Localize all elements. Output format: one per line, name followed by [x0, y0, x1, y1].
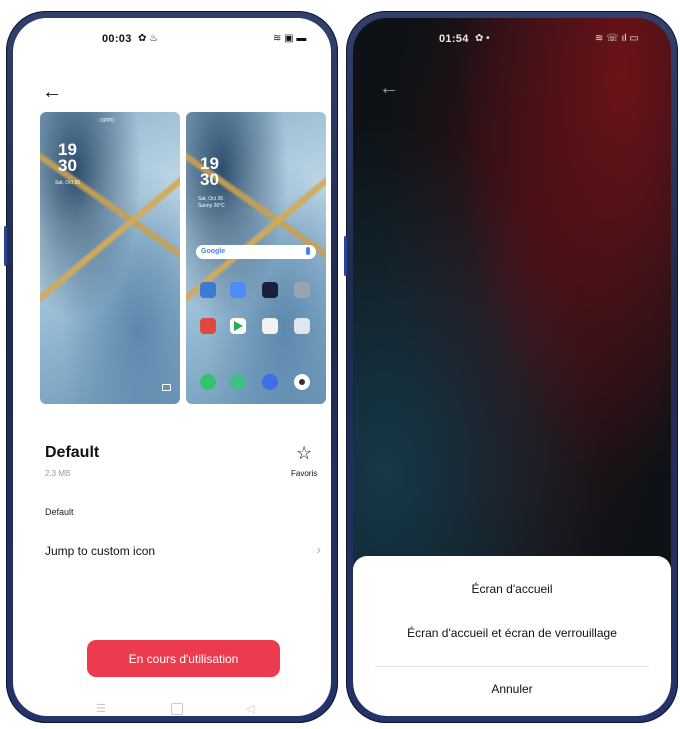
camera-app-icon — [294, 374, 310, 390]
status-time: 00:03 — [102, 33, 132, 45]
play-store-icon — [230, 318, 246, 334]
status-right-icons: ≋ ▣ ▬ — [273, 33, 307, 44]
preview-weather: Sunny 26°C — [198, 203, 225, 209]
status-left-icons: ✿ ♨ — [138, 33, 159, 44]
photos-app-icon — [200, 318, 216, 334]
section-label: Default — [45, 507, 74, 517]
weather-app-icon — [230, 282, 246, 298]
back-arrow-icon[interactable]: ← — [379, 78, 399, 98]
browser-app-icon — [262, 374, 278, 390]
right-phone: 01:54 ✿ • ≋ ☏ ıl ▭ ← Écran d'accueil Écr… — [344, 11, 678, 723]
star-outline-icon[interactable]: ☆ — [296, 444, 312, 462]
menu-nav-icon[interactable]: ☰ — [96, 702, 106, 715]
option-home-and-lock-screen[interactable]: Écran d'accueil et écran de verrouillage — [353, 626, 671, 640]
in-use-button[interactable]: En cours d'utilisation — [87, 640, 280, 677]
preview-clock: 19 30 — [58, 141, 77, 175]
left-phone: 00:03 ✿ ♨ ≋ ▣ ▬ ← OPPO 19 30 Sat, Oct 26… — [4, 11, 338, 723]
preview-clock: 19 30 — [200, 155, 219, 189]
home-nav-icon[interactable] — [171, 703, 183, 715]
theme-size: 2.3 MB — [45, 469, 71, 478]
google-logo: Google — [201, 248, 226, 255]
status-bar: 00:03 ✿ ♨ ≋ ▣ ▬ — [13, 32, 331, 50]
chevron-right-icon: › — [316, 541, 321, 557]
preview-minute: 30 — [58, 156, 77, 175]
volume-button — [344, 236, 347, 276]
theme-title: Default — [45, 444, 100, 461]
sheet-divider — [375, 666, 649, 667]
tools-folder-icon — [262, 318, 278, 334]
preview-date: Sat, Oct 26 — [198, 196, 224, 202]
status-bar: 01:54 ✿ • ≋ ☏ ıl ▭ — [353, 32, 671, 50]
status-time: 01:54 — [439, 33, 469, 45]
settings-icon — [294, 282, 310, 298]
custom-icon-row[interactable]: Jump to custom icon › — [45, 541, 325, 564]
mic-icon — [306, 247, 310, 255]
cancel-button[interactable]: Annuler — [353, 682, 671, 696]
apps-folder-icon — [294, 318, 310, 334]
volume-button — [4, 226, 7, 266]
carrier-label: OPPO — [100, 118, 115, 124]
camera-icon — [162, 384, 171, 391]
messages-app-icon — [230, 374, 246, 390]
theme-detail-screen: 00:03 ✿ ♨ ≋ ▣ ▬ ← OPPO 19 30 Sat, Oct 26… — [13, 18, 331, 716]
apply-options-sheet: Écran d'accueil Écran d'accueil et écran… — [353, 556, 671, 716]
homescreen-preview[interactable]: 19 30 Sat, Oct 26 Sunny 26°C Google — [186, 112, 326, 404]
preview-minute: 30 — [200, 170, 219, 189]
lockscreen-preview[interactable]: OPPO 19 30 Sat, Oct 26 — [40, 112, 180, 404]
favorite-label[interactable]: Favoris — [291, 469, 317, 478]
back-nav-icon[interactable]: ◁ — [246, 702, 254, 715]
option-home-screen[interactable]: Écran d'accueil — [353, 582, 671, 596]
custom-icon-label: Jump to custom icon — [45, 544, 156, 558]
phone-app-icon — [200, 374, 216, 390]
status-right-icons: ≋ ☏ ıl ▭ — [595, 33, 639, 44]
clock-app-icon — [262, 282, 278, 298]
status-left-icons: ✿ • — [475, 33, 490, 44]
back-arrow-icon[interactable]: ← — [42, 82, 62, 102]
calendar-app-icon — [200, 282, 216, 298]
navigation-bar: ☰ ◁ — [13, 702, 331, 716]
preview-date: Sat, Oct 26 — [55, 180, 81, 186]
apply-wallpaper-screen: 01:54 ✿ • ≋ ☏ ıl ▭ ← Écran d'accueil Écr… — [353, 18, 671, 716]
google-search-bar: Google — [196, 245, 316, 259]
